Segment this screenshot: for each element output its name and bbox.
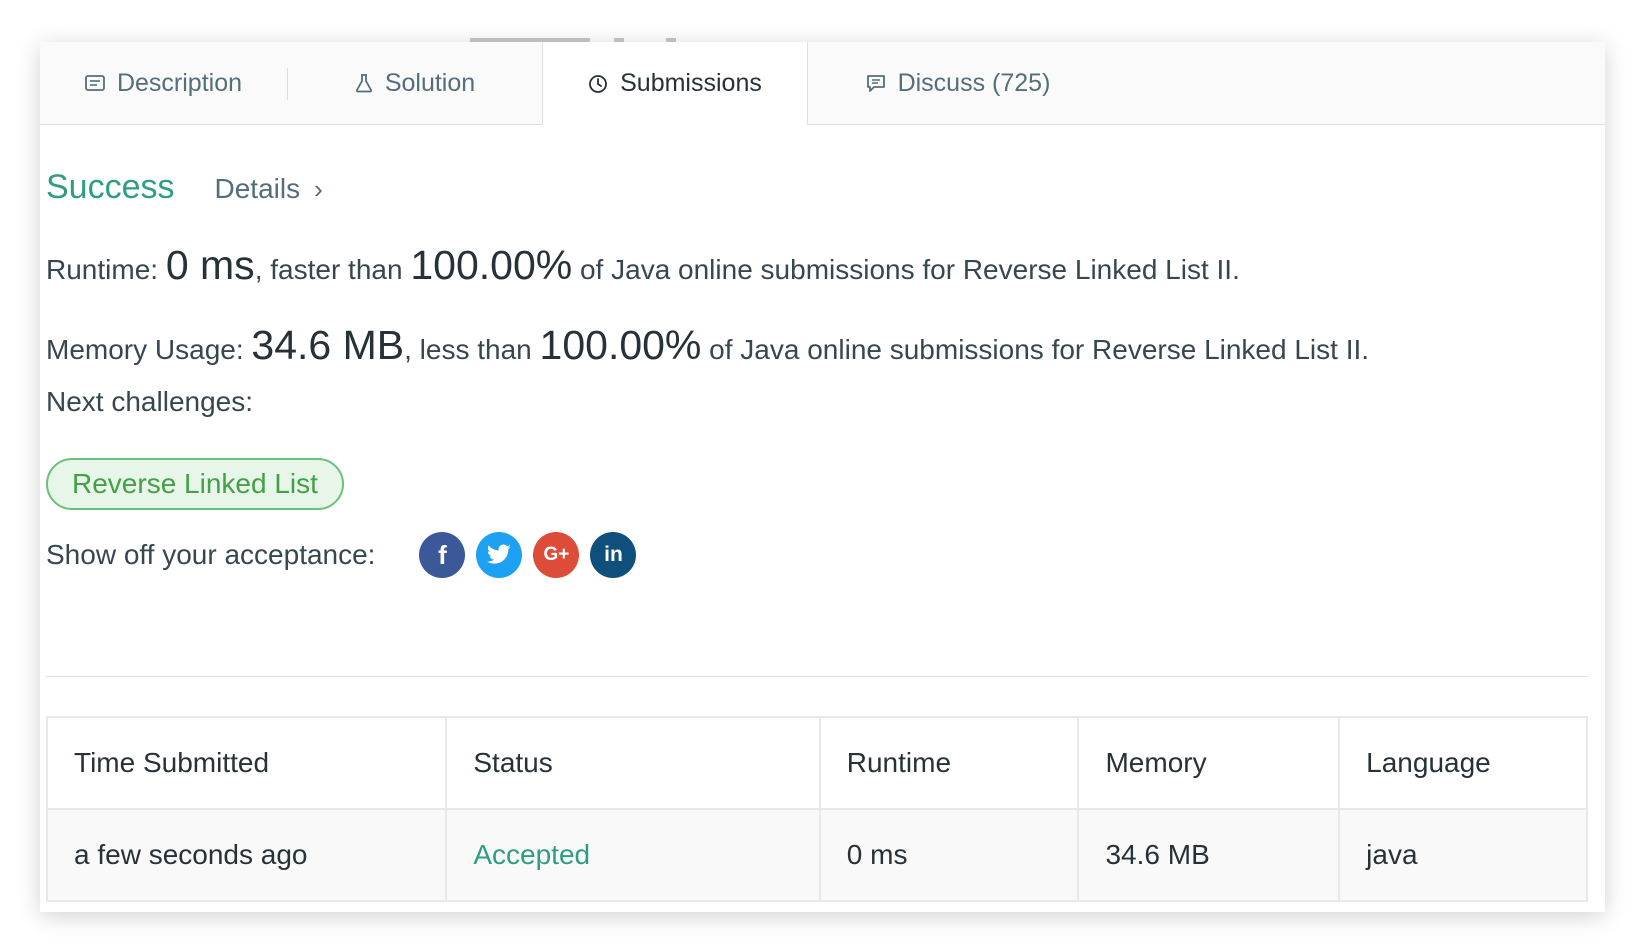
runtime-percent: 100.00% xyxy=(410,242,573,288)
column-header: Memory xyxy=(1077,716,1341,810)
submission-panel: Description Solution Submissions Discuss… xyxy=(40,38,1605,912)
table-row[interactable]: a few seconds ago Accepted 0 ms 34.6 MB … xyxy=(45,808,1588,902)
description-icon xyxy=(85,74,105,92)
clock-icon xyxy=(588,74,608,94)
table-header-row: Time Submitted Status Runtime Memory Lan… xyxy=(45,716,1588,810)
challenge-link-reverse-linked-list[interactable]: Reverse Linked List xyxy=(46,458,344,510)
cell-time-submitted: a few seconds ago xyxy=(45,808,448,902)
tab-submissions[interactable]: Submissions xyxy=(542,42,808,125)
share-label: Show off your acceptance: xyxy=(46,539,376,570)
submissions-table: Time Submitted Status Runtime Memory Lan… xyxy=(45,716,1588,902)
next-challenges-label: Next challenges: xyxy=(46,386,254,417)
runtime-suffix: of Java online submissions for Reverse L… xyxy=(579,254,1240,285)
column-header: Status xyxy=(445,716,821,810)
tab-label: Discuss (725) xyxy=(897,68,1051,97)
memory-comparison: , less than xyxy=(404,334,532,365)
cell-status: Accepted xyxy=(445,808,821,902)
memory-suffix: of Java online submissions for Reverse L… xyxy=(709,334,1370,365)
tab-solution[interactable]: Solution xyxy=(288,42,542,124)
comment-icon xyxy=(866,73,886,93)
twitter-icon[interactable] xyxy=(476,532,523,578)
memory-value: 34.6 MB xyxy=(251,322,405,368)
cell-language: java xyxy=(1338,808,1588,902)
tab-label: Submissions xyxy=(620,69,762,97)
cell-memory: 34.6 MB xyxy=(1077,808,1341,902)
memory-stat: Memory Usage: 34.6 MB, less than 100.00%… xyxy=(46,322,1369,369)
google-plus-icon[interactable]: G+ xyxy=(533,532,580,578)
runtime-value: 0 ms xyxy=(165,242,255,288)
tab-bar: Description Solution Submissions Discuss… xyxy=(40,42,1605,125)
share-row: Show off your acceptance: f G+ in xyxy=(46,532,647,578)
flask-icon xyxy=(355,73,373,93)
tab-description[interactable]: Description xyxy=(40,42,287,124)
tab-label: Description xyxy=(116,68,243,97)
memory-percent: 100.00% xyxy=(539,322,702,368)
runtime-comparison: , faster than xyxy=(254,254,403,285)
column-header: Language xyxy=(1338,716,1588,810)
runtime-stat: Runtime: 0 ms, faster than 100.00% of Ja… xyxy=(46,242,1240,289)
tab-discuss[interactable]: Discuss (725) xyxy=(808,42,1108,124)
result-header: Success Details › xyxy=(46,168,323,207)
details-link[interactable]: Details › xyxy=(215,173,323,205)
column-header: Runtime xyxy=(818,716,1080,810)
chevron-right-icon: › xyxy=(314,173,323,204)
cell-runtime: 0 ms xyxy=(818,808,1080,902)
runtime-label: Runtime: xyxy=(46,254,159,285)
result-status: Success xyxy=(46,168,175,206)
details-label: Details xyxy=(214,173,301,204)
facebook-icon[interactable]: f xyxy=(419,532,466,578)
memory-label: Memory Usage: xyxy=(46,334,244,365)
section-divider xyxy=(46,676,1588,677)
tab-label: Solution xyxy=(384,68,476,97)
linkedin-icon[interactable]: in xyxy=(590,532,637,578)
status-link[interactable]: Accepted xyxy=(473,839,590,870)
column-header: Time Submitted xyxy=(45,716,448,810)
